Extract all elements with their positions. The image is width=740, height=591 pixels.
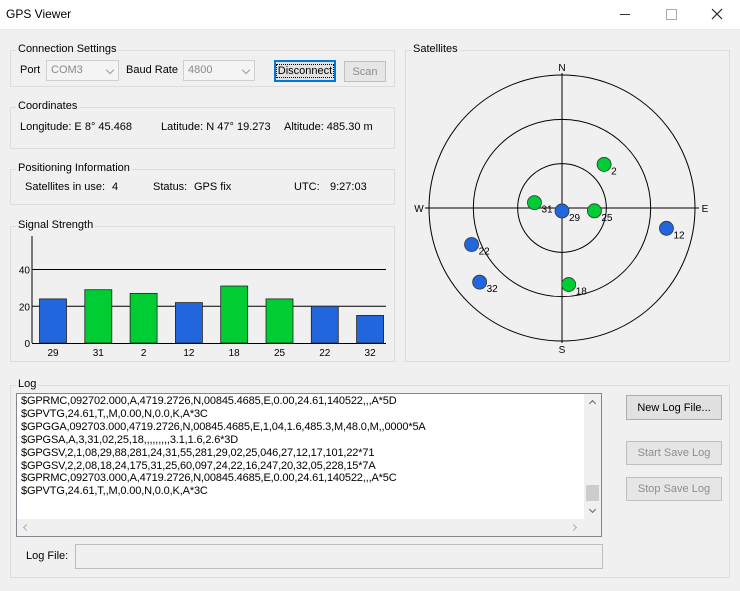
- signal-bar: [39, 298, 67, 344]
- satellite-marker: [659, 220, 674, 236]
- satellite-marker: [561, 277, 577, 292]
- signal-bar: [356, 315, 385, 344]
- start-save-log-label: Start Save Log: [637, 447, 711, 459]
- satellite-marker: [596, 157, 612, 172]
- satellite-id-label: 25: [601, 213, 613, 224]
- close-icon[interactable]: [694, 0, 740, 28]
- satellites-in-use-value: 4: [112, 181, 119, 193]
- x-tick-label: 18: [229, 348, 241, 359]
- new-log-file-button[interactable]: New Log File...: [626, 395, 722, 420]
- signal-strength-label: Signal Strength: [16, 219, 96, 231]
- latitude-value: Latitude: N 47° 19.273: [161, 121, 271, 133]
- vertical-scrollbar[interactable]: [584, 394, 601, 520]
- satellite-id-label: 29: [569, 213, 581, 224]
- signal-strength-chart: 0 20 40 29 31 2 12 18 25 22 32: [19, 236, 386, 359]
- signal-bar: [174, 302, 203, 344]
- x-tick-label: 2: [141, 348, 147, 359]
- baud-rate-value: 4800: [188, 64, 213, 76]
- log-line: $GPGGA,092703.000,4719.2726,N,00845.4685…: [21, 420, 426, 433]
- chevron-down-icon: [241, 65, 251, 75]
- satellite-marker: [527, 195, 542, 211]
- satellite-marker: [472, 274, 488, 290]
- longitude-value: Longitude: E 8° 45.468: [20, 121, 133, 133]
- satellites-label: Satellites: [411, 43, 460, 55]
- y-tick-label: 0: [24, 339, 30, 350]
- status-label: Status:: [153, 181, 188, 193]
- baud-rate-label: Baud Rate: [126, 64, 178, 76]
- positioning-label: Positioning Information: [16, 162, 132, 174]
- scroll-up-icon[interactable]: [588, 399, 597, 408]
- utc-label: UTC:: [294, 181, 320, 193]
- port-select[interactable]: COM3: [46, 60, 119, 81]
- window-title: GPS Viewer: [6, 7, 72, 21]
- stop-save-log-label: Stop Save Log: [637, 483, 711, 495]
- satellite-id-label: 31: [541, 205, 553, 216]
- satellites-in-use-label: Satellites in use:: [25, 181, 106, 193]
- scrollbar-thumb[interactable]: [586, 485, 599, 501]
- port-label: Port: [20, 64, 41, 76]
- x-tick-label: 12: [183, 348, 195, 359]
- port-value: COM3: [51, 64, 83, 76]
- log-label: Log: [16, 378, 39, 390]
- satellite-id-label: 12: [673, 230, 685, 241]
- signal-bar: [84, 289, 113, 344]
- scroll-down-icon[interactable]: [588, 505, 597, 514]
- minimize-icon[interactable]: [602, 0, 648, 28]
- log-file-field: [75, 544, 603, 569]
- x-tick-label: 32: [365, 348, 377, 359]
- x-tick-label: 29: [47, 348, 59, 359]
- satellite-id-label: 2: [611, 166, 617, 177]
- scroll-right-icon[interactable]: [569, 523, 578, 532]
- satellite-id-label: 32: [487, 284, 499, 295]
- log-line: $GPRMC,092703.000,A,4719.2726,N,00845.46…: [21, 472, 397, 485]
- satellite-id-label: 22: [479, 247, 491, 258]
- disconnect-label: Disconnect: [275, 64, 335, 78]
- stop-save-log-button[interactable]: Stop Save Log: [626, 477, 722, 501]
- scan-button[interactable]: Scan: [344, 61, 386, 82]
- scan-label: Scan: [352, 65, 378, 78]
- y-tick-label: 40: [19, 266, 31, 277]
- log-line: $GPGSV,2,2,08,18,24,175,31,25,60,097,24,…: [21, 459, 376, 472]
- satellite-marker: [586, 203, 602, 219]
- compass-west-label: W: [414, 204, 424, 215]
- altitude-value: Altitude: 485.30 m: [284, 121, 373, 133]
- y-tick-label: 20: [19, 302, 31, 313]
- log-line: $GPVTG,24.61,T,,M,0.00,N,0.0,K,A*3C: [21, 407, 208, 420]
- x-tick-label: 22: [319, 348, 331, 359]
- log-line: $GPGSA,A,3,31,02,25,18,,,,,,,,,3.1,1.6,2…: [21, 433, 239, 446]
- status-value: GPS fix: [194, 181, 232, 193]
- new-log-file-label: New Log File...: [637, 401, 711, 414]
- horizontal-scrollbar[interactable]: [17, 519, 584, 536]
- connection-settings-label: Connection Settings: [16, 43, 119, 55]
- scrollbar-corner: [584, 519, 601, 536]
- signal-bar: [310, 305, 339, 344]
- baud-rate-select[interactable]: 4800: [183, 60, 255, 81]
- x-tick-label: 25: [274, 348, 286, 359]
- compass-east-label: E: [702, 204, 709, 215]
- satellite-marker: [554, 203, 570, 219]
- compass-north-label: N: [558, 63, 565, 74]
- chevron-down-icon: [105, 65, 115, 75]
- signal-bar: [265, 298, 294, 344]
- maximize-icon[interactable]: [648, 0, 694, 28]
- log-line: $GPVTG,24.61,T,,M,0.00,N,0.0,K,A*3C: [21, 485, 208, 498]
- log-line: $GPRMC,092702.000,A,4719.2726,N,00845.46…: [21, 395, 397, 407]
- signal-bar: [220, 285, 249, 344]
- disconnect-button[interactable]: Disconnect: [274, 60, 336, 82]
- satellite-marker: [464, 237, 479, 252]
- utc-value: 9:27:03: [330, 181, 367, 193]
- log-output[interactable]: $GPRMC,092702.000,A,4719.2726,N,00845.46…: [16, 393, 602, 537]
- start-save-log-button[interactable]: Start Save Log: [626, 441, 722, 465]
- coordinates-label: Coordinates: [16, 100, 80, 112]
- x-tick-label: 31: [93, 348, 105, 359]
- title-bar: GPS Viewer: [0, 0, 740, 30]
- satellite-id-label: 18: [576, 287, 588, 298]
- scroll-left-icon[interactable]: [22, 523, 31, 532]
- log-file-label: Log File:: [26, 550, 69, 562]
- satellite-sky-plot: N S E W 2 31 29 25 12 22 32 18: [414, 63, 709, 356]
- log-line: $GPGSV,2,1,08,29,88,281,24,31,55,281,29,…: [21, 446, 375, 459]
- compass-south-label: S: [559, 345, 566, 356]
- signal-bar: [129, 292, 158, 344]
